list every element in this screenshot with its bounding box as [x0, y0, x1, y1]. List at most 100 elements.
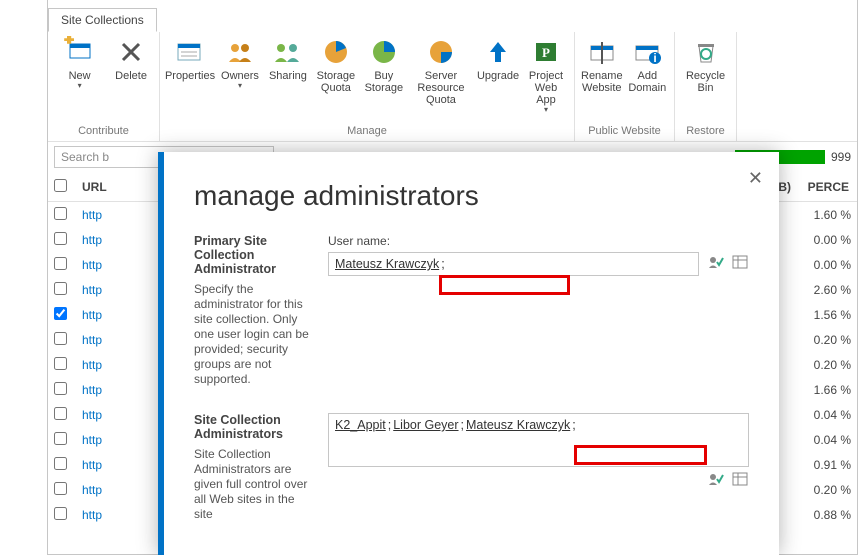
properties-icon [174, 36, 206, 68]
site-url-link[interactable]: http [82, 208, 102, 222]
site-url-link[interactable]: http [82, 358, 102, 372]
percent-value: 0.00 % [801, 258, 851, 272]
recycle-bin-icon [690, 36, 722, 68]
site-url-link[interactable]: http [82, 433, 102, 447]
storage-quota-label: Storage Quota [314, 70, 358, 94]
row-checkbox[interactable] [54, 232, 67, 245]
col-perc[interactable]: PERCE [801, 180, 851, 194]
person-entity[interactable]: Mateusz Krawczyk [466, 418, 570, 432]
row-checkbox[interactable] [54, 407, 67, 420]
row-checkbox[interactable] [54, 307, 67, 320]
buy-storage-button[interactable]: Buy Storage [362, 34, 406, 123]
project-web-label: Project Web App [524, 70, 568, 106]
project-icon: P [530, 36, 562, 68]
primary-admin-title: Primary Site Collection Administrator [194, 234, 312, 276]
server-quota-icon [425, 36, 457, 68]
sharing-button[interactable]: Sharing [266, 34, 310, 123]
group-public-label: Public Website [581, 123, 668, 139]
group-contribute-label: Contribute [54, 123, 153, 139]
upgrade-icon [482, 36, 514, 68]
site-url-link[interactable]: http [82, 483, 102, 497]
sharing-icon [272, 36, 304, 68]
rename-website-button[interactable]: Rename Website [581, 34, 623, 123]
site-url-link[interactable]: http [82, 308, 102, 322]
delete-button[interactable]: Delete [109, 34, 153, 123]
dialog-title: manage administrators [194, 180, 749, 212]
recycle-label: Recycle Bin [682, 70, 730, 94]
secondary-admins-input[interactable]: K2_Appit; Libor Geyer; Mateusz Krawczyk; [328, 413, 749, 467]
add-domain-button[interactable]: i Add Domain [627, 34, 668, 123]
row-checkbox[interactable] [54, 457, 67, 470]
row-checkbox[interactable] [54, 357, 67, 370]
person-entity[interactable]: K2_Appit [335, 418, 386, 432]
primary-admin-input[interactable]: Mateusz Krawczyk; [328, 252, 699, 276]
percent-value: 1.66 % [801, 383, 851, 397]
secondary-admins-title: Site Collection Administrators [194, 413, 312, 441]
storage-quota-icon [320, 36, 352, 68]
check-names-icon[interactable] [707, 254, 725, 270]
dropdown-arrow-icon: ▾ [238, 82, 242, 90]
add-domain-label: Add Domain [627, 70, 668, 94]
rename-icon [586, 36, 618, 68]
percent-value: 0.20 % [801, 483, 851, 497]
storage-quota-button[interactable]: Storage Quota [314, 34, 358, 123]
add-domain-icon: i [631, 36, 663, 68]
upgrade-label: Upgrade [477, 70, 519, 82]
upgrade-button[interactable]: Upgrade [476, 34, 520, 123]
new-button[interactable]: New ▾ [54, 34, 105, 123]
delete-x-icon [115, 36, 147, 68]
site-url-link[interactable]: http [82, 458, 102, 472]
site-url-link[interactable]: http [82, 233, 102, 247]
sharing-label: Sharing [269, 70, 307, 82]
owners-icon [224, 36, 256, 68]
group-restore-label: Restore [681, 123, 730, 139]
delete-label: Delete [115, 70, 147, 82]
check-names-icon[interactable] [707, 471, 725, 487]
row-checkbox[interactable] [54, 507, 67, 520]
row-checkbox[interactable] [54, 257, 67, 270]
properties-button[interactable]: Properties [166, 34, 214, 123]
owners-button[interactable]: Owners ▾ [218, 34, 262, 123]
group-manage-label: Manage [166, 123, 568, 139]
row-checkbox[interactable] [54, 432, 67, 445]
project-web-app-button[interactable]: P Project Web App ▾ [524, 34, 568, 123]
dropdown-arrow-icon: ▾ [78, 82, 82, 90]
close-icon[interactable]: ✕ [748, 168, 763, 189]
percent-value: 0.00 % [801, 233, 851, 247]
percent-value: 0.88 % [801, 508, 851, 522]
percent-value: 0.91 % [801, 458, 851, 472]
browse-people-icon[interactable] [731, 254, 749, 270]
site-url-link[interactable]: http [82, 333, 102, 347]
manage-administrators-dialog: ✕ manage administrators Primary Site Col… [158, 152, 779, 555]
primary-admin-desc: Specify the administrator for this site … [194, 282, 312, 387]
site-url-link[interactable]: http [82, 283, 102, 297]
tab-site-collections[interactable]: Site Collections [48, 8, 157, 32]
row-checkbox[interactable] [54, 482, 67, 495]
new-site-icon [64, 36, 96, 68]
server-quota-button[interactable]: Server Resource Quota [410, 34, 472, 123]
percent-value: 0.20 % [801, 358, 851, 372]
percent-value: 2.60 % [801, 283, 851, 297]
svg-text:P: P [542, 45, 550, 60]
row-checkbox[interactable] [54, 282, 67, 295]
row-checkbox[interactable] [54, 332, 67, 345]
row-checkbox[interactable] [54, 382, 67, 395]
browse-people-icon[interactable] [731, 471, 749, 487]
site-url-link[interactable]: http [82, 383, 102, 397]
dropdown-arrow-icon: ▾ [544, 106, 548, 114]
buy-storage-icon [368, 36, 400, 68]
highlight-box [439, 275, 570, 295]
row-checkbox[interactable] [54, 207, 67, 220]
quota-available: 999 [831, 150, 851, 164]
percent-value: 0.04 % [801, 433, 851, 447]
person-entity[interactable]: Mateusz Krawczyk [335, 257, 439, 271]
recycle-bin-button[interactable]: Recycle Bin [682, 34, 730, 123]
site-url-link[interactable]: http [82, 258, 102, 272]
select-all-checkbox[interactable] [54, 179, 67, 192]
percent-value: 1.56 % [801, 308, 851, 322]
secondary-admins-desc: Site Collection Administrators are given… [194, 447, 312, 522]
percent-value: 0.04 % [801, 408, 851, 422]
site-url-link[interactable]: http [82, 508, 102, 522]
site-url-link[interactable]: http [82, 408, 102, 422]
person-entity[interactable]: Libor Geyer [393, 418, 458, 432]
